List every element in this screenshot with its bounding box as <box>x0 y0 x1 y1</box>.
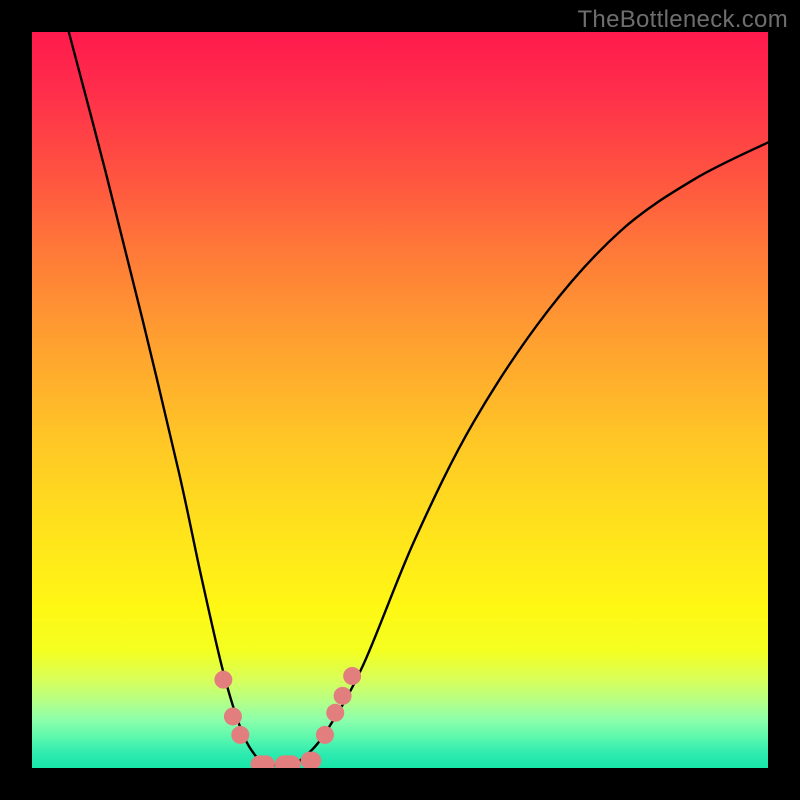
plot-area <box>32 32 768 768</box>
marker-dot <box>316 726 334 744</box>
marker-dot <box>231 726 249 744</box>
marker-dot <box>224 707 242 725</box>
marker-dot <box>214 671 232 689</box>
watermark-text: TheBottleneck.com <box>577 6 788 34</box>
marker-dot <box>334 687 352 705</box>
marker-dot <box>326 704 344 722</box>
marker-pill <box>301 752 322 768</box>
chart-stage: TheBottleneck.com <box>0 0 800 800</box>
curve-markers <box>214 667 361 768</box>
marker-dot <box>343 667 361 685</box>
marker-pill <box>251 755 275 768</box>
bottleneck-curve-path <box>69 32 768 765</box>
marker-pill <box>275 755 301 768</box>
curve-layer <box>32 32 768 768</box>
